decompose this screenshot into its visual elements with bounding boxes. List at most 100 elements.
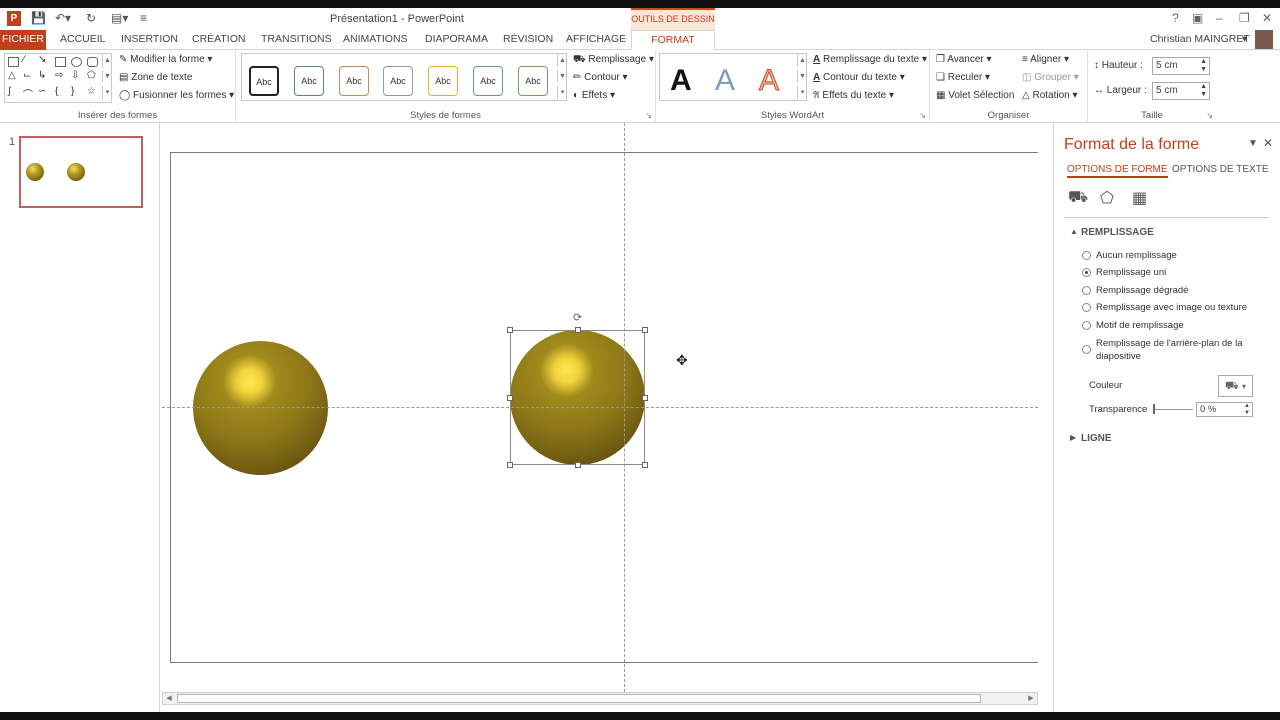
rotate-button[interactable]: △ Rotation ▾ xyxy=(1022,90,1078,101)
resize-handle[interactable] xyxy=(575,462,581,468)
resize-handle[interactable] xyxy=(575,327,581,333)
bring-forward-button[interactable]: ❐ Avancer ▾ xyxy=(936,54,992,65)
gallery-up-icon[interactable]: ▲ xyxy=(102,54,112,67)
gallery-more-icon[interactable]: ▾ xyxy=(102,86,112,99)
tab-format[interactable]: FORMAT xyxy=(631,30,715,51)
restore-icon[interactable]: ❐ xyxy=(1239,11,1250,25)
fill-section-collapse-icon[interactable]: ▲ xyxy=(1070,227,1078,236)
scrollbar-thumb[interactable] xyxy=(177,694,981,703)
oval-shape-icon[interactable] xyxy=(71,57,82,67)
down-arrow-shape-icon[interactable]: ⇩ xyxy=(71,70,79,81)
ribbon-display-options-icon[interactable]: ▣ xyxy=(1192,11,1203,25)
pentagon-shape-icon[interactable]: ⬠ xyxy=(87,70,96,81)
scroll-right-icon[interactable]: ▶ xyxy=(1025,693,1037,704)
star-shape-icon[interactable]: ☆ xyxy=(87,86,96,97)
wordart-gallery-more-icon[interactable]: ▾ xyxy=(797,86,807,99)
right-brace-shape-icon[interactable]: } xyxy=(71,86,74,97)
customize-toolbar-icon[interactable]: ≡ xyxy=(140,11,147,27)
rectangle-shape-icon[interactable] xyxy=(55,57,66,67)
wordart-gallery[interactable]: A A A ▲ ▼ ▾ xyxy=(659,53,807,101)
size-launcher-icon[interactable]: ↘ xyxy=(1206,111,1213,120)
minimize-icon[interactable]: – xyxy=(1216,11,1223,25)
close-icon[interactable]: ✕ xyxy=(1262,11,1272,25)
styles-gallery-more-icon[interactable]: ▾ xyxy=(557,86,567,99)
line-section-expand-icon[interactable]: ▶ xyxy=(1070,433,1076,442)
transparency-slider-knob[interactable] xyxy=(1153,404,1155,414)
edit-shape-button[interactable]: ✎ Modifier la forme ▾ xyxy=(119,54,212,65)
slide-thumbnail[interactable] xyxy=(19,136,143,208)
rounded-rectangle-shape-icon[interactable] xyxy=(87,57,98,67)
arrow-line-shape-icon[interactable]: ↘ xyxy=(38,54,46,65)
left-brace-shape-icon[interactable]: { xyxy=(55,86,58,97)
transparency-spinner-icon[interactable]: ▲ ▼ xyxy=(1244,403,1250,417)
text-outline-button[interactable]: A Contour du texte ▾ xyxy=(813,72,905,83)
shape-styles-launcher-icon[interactable]: ↘ xyxy=(645,111,652,120)
shape-fill-button[interactable]: ⛟ Remplissage ▾ xyxy=(573,54,654,67)
tab-insert[interactable]: INSERTION xyxy=(115,30,184,50)
send-backward-button[interactable]: ❏ Reculer ▾ xyxy=(936,72,990,83)
start-from-beginning-icon[interactable]: ▤▾ xyxy=(111,11,128,27)
radio-gradient-fill[interactable] xyxy=(1082,286,1091,295)
tab-design[interactable]: CRÉATION xyxy=(186,30,251,50)
tab-text-options[interactable]: OPTIONS DE TEXTE xyxy=(1172,164,1269,175)
shape-style-2[interactable]: Abc xyxy=(294,66,324,96)
curve-shape-icon[interactable]: ∽ xyxy=(38,86,46,97)
merge-shapes-button[interactable]: ◯ Fusionner les formes ▾ xyxy=(119,90,234,101)
resize-handle[interactable] xyxy=(642,462,648,468)
line-section-header[interactable]: LIGNE xyxy=(1081,433,1112,444)
shape-style-1[interactable]: Abc xyxy=(249,66,279,96)
height-input[interactable]: 5 cm ▲ ▼ xyxy=(1152,57,1210,75)
gallery-down-icon[interactable]: ▼ xyxy=(102,70,112,83)
scroll-left-icon[interactable]: ◀ xyxy=(163,693,175,704)
size-properties-icon[interactable]: ▦ xyxy=(1132,188,1147,208)
user-menu-chevron-icon[interactable]: ▾ xyxy=(1242,33,1247,45)
tab-slideshow[interactable]: DIAPORAMA xyxy=(419,30,494,50)
triangle-shape-icon[interactable]: △ xyxy=(8,70,16,81)
text-effects-button[interactable]: 𝔄 Effets du texte ▾ xyxy=(813,90,894,101)
resize-handle[interactable] xyxy=(507,462,513,468)
line-shape-icon[interactable]: ∕ xyxy=(23,54,25,65)
resize-handle[interactable] xyxy=(507,327,513,333)
gold-sphere-shape[interactable] xyxy=(193,341,328,475)
help-icon[interactable]: ? xyxy=(1172,11,1179,25)
avatar[interactable] xyxy=(1255,30,1273,49)
tab-animations[interactable]: ANIMATIONS xyxy=(337,30,414,50)
wordart-style-1[interactable]: A xyxy=(670,64,692,98)
wordart-gallery-down-icon[interactable]: ▼ xyxy=(797,70,807,83)
transparency-slider[interactable] xyxy=(1155,409,1193,410)
elbow-connector-shape-icon[interactable]: ⌙ xyxy=(23,70,31,81)
shapes-gallery[interactable]: ∕ ↘ △ ⌙ ↳ ⇨ ⇩ ⬠ ∫ ⌒ ∽ { } ☆ ▲ ▼ ▾ xyxy=(4,53,112,103)
tab-home[interactable]: ACCUEIL xyxy=(54,30,112,50)
tab-review[interactable]: RÉVISION xyxy=(497,30,559,50)
tab-shape-options[interactable]: OPTIONS DE FORME xyxy=(1067,164,1168,178)
styles-gallery-up-icon[interactable]: ▲ xyxy=(557,54,567,67)
freeform-shape-icon[interactable]: ∫ xyxy=(8,86,11,97)
shape-style-4[interactable]: Abc xyxy=(383,66,413,96)
text-fill-button[interactable]: A Remplissage du texte ▾ xyxy=(813,54,927,65)
radio-no-fill[interactable] xyxy=(1082,251,1091,260)
resize-handle[interactable] xyxy=(507,395,513,401)
wordart-gallery-up-icon[interactable]: ▲ xyxy=(797,54,807,67)
shape-effects-button[interactable]: ◐ Effets ▾ xyxy=(573,90,615,101)
selection-pane-button[interactable]: ▦ Volet Sélection xyxy=(936,90,1014,101)
undo-icon[interactable]: ↶▾ xyxy=(55,11,71,27)
color-picker-button[interactable]: ⛟ ▾ xyxy=(1218,375,1253,397)
resize-handle[interactable] xyxy=(642,327,648,333)
user-name[interactable]: Christian MAINGRET xyxy=(1150,33,1250,45)
align-button[interactable]: ≡ Aligner ▾ xyxy=(1022,54,1069,65)
wordart-launcher-icon[interactable]: ↘ xyxy=(919,111,926,120)
wordart-style-2[interactable]: A xyxy=(715,64,735,98)
styles-gallery-down-icon[interactable]: ▼ xyxy=(557,70,567,83)
transparency-input[interactable]: 0 % ▲ ▼ xyxy=(1196,402,1253,417)
shape-style-3[interactable]: Abc xyxy=(339,66,369,96)
rotate-handle-icon[interactable]: ⟳ xyxy=(573,311,582,324)
fill-section-header[interactable]: REMPLISSAGE xyxy=(1081,227,1154,238)
textbox-shape-icon[interactable] xyxy=(8,57,19,67)
shape-style-6[interactable]: Abc xyxy=(473,66,503,96)
right-arrow-shape-icon[interactable]: ⇨ xyxy=(55,70,63,81)
radio-background-fill[interactable] xyxy=(1082,345,1091,354)
width-input[interactable]: 5 cm ▲ ▼ xyxy=(1152,82,1210,100)
effects-pentagon-icon[interactable]: ⬠ xyxy=(1100,188,1114,208)
height-spinner-icon[interactable]: ▲ ▼ xyxy=(1200,58,1207,74)
text-box-button[interactable]: ▤ Zone de texte xyxy=(119,72,192,83)
